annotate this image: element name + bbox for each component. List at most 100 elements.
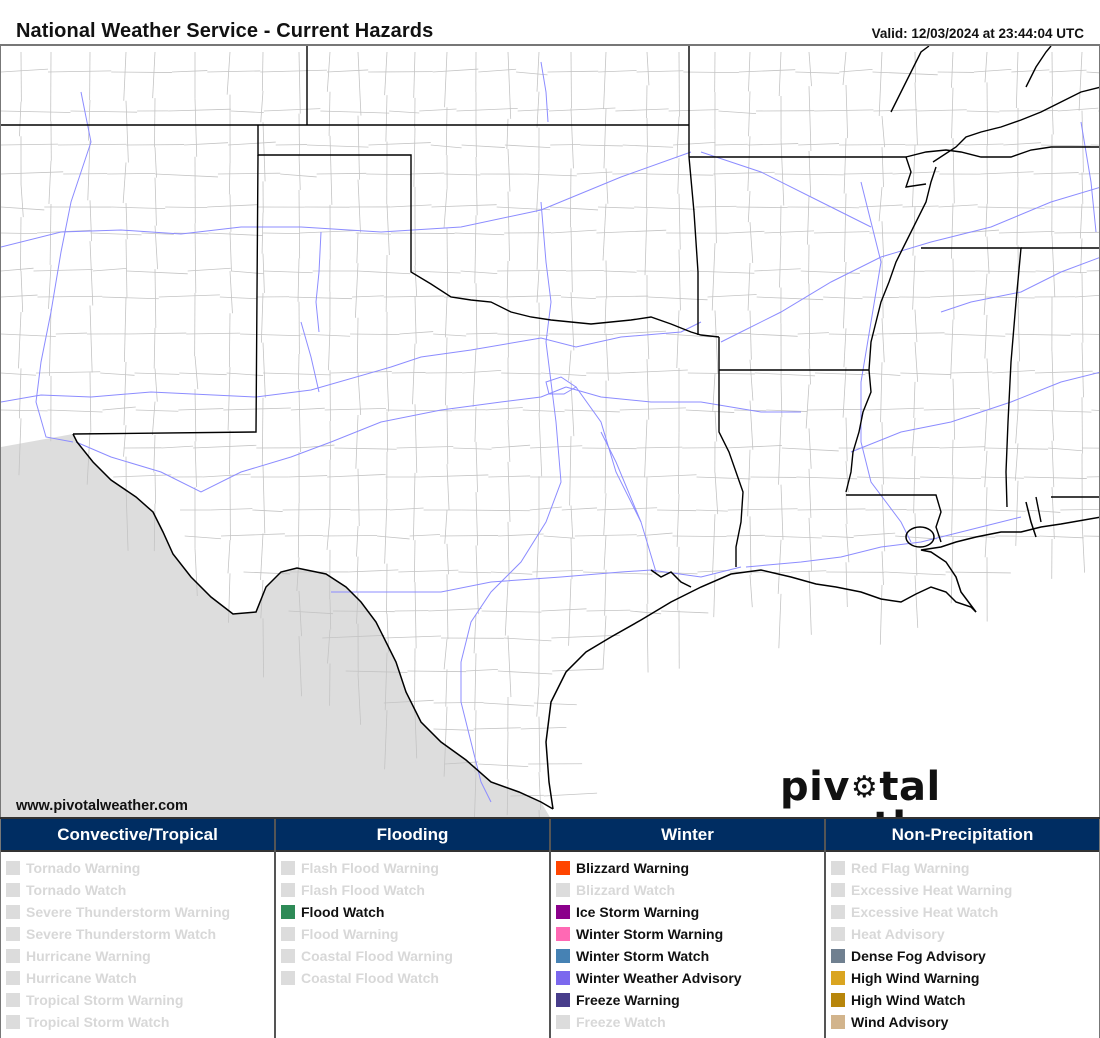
county-line [390, 507, 424, 511]
legend-item[interactable]: Excessive Heat Warning [831, 879, 1099, 901]
legend-item[interactable]: Flood Watch [281, 901, 549, 923]
legend-item[interactable]: Heat Advisory [831, 923, 1099, 945]
county-line [498, 533, 544, 537]
county-line [466, 669, 498, 672]
legend-item[interactable]: Winter Storm Warning [556, 923, 824, 945]
county-line [828, 333, 877, 336]
county-line [491, 444, 531, 449]
county-line [673, 141, 716, 146]
county-line [165, 206, 208, 208]
county-line [596, 229, 667, 234]
county-line [1, 409, 48, 412]
county-line [749, 310, 752, 360]
county-line [881, 221, 885, 259]
county-line [230, 270, 264, 275]
county-line [229, 271, 233, 314]
county-line [602, 615, 607, 670]
county-line [634, 206, 696, 210]
county-line [383, 295, 445, 298]
county-line [766, 409, 808, 412]
county-line [808, 517, 813, 571]
legend-item[interactable]: Coastal Flood Warning [281, 945, 549, 967]
county-line [113, 474, 172, 478]
county-line [984, 447, 1049, 450]
county-line [228, 162, 231, 195]
county-line [187, 267, 231, 272]
county-line [923, 408, 980, 411]
legend-item[interactable]: High Wind Warning [831, 967, 1099, 989]
legend-label: Blizzard Watch [576, 882, 676, 898]
county-line [765, 535, 822, 539]
legend-item[interactable]: Severe Thunderstorm Watch [6, 923, 274, 945]
county-line [1060, 508, 1099, 511]
county-line [676, 310, 680, 368]
legend-item[interactable]: Flash Flood Warning [281, 857, 549, 879]
legend-item[interactable]: Hurricane Watch [6, 967, 274, 989]
county-line [384, 635, 442, 639]
county-line [475, 283, 478, 349]
county-line [644, 208, 648, 276]
county-line [912, 207, 916, 256]
legend-label: High Wind Warning [851, 970, 980, 986]
county-line [747, 449, 751, 517]
county-line [89, 241, 94, 306]
county-line [636, 446, 683, 449]
county-line [485, 407, 523, 411]
legend-item[interactable]: Coastal Flood Watch [281, 967, 549, 989]
legend-item[interactable]: High Wind Watch [831, 989, 1099, 1011]
county-line [409, 534, 441, 537]
county-line [984, 409, 988, 451]
legend-item[interactable]: Dense Fog Advisory [831, 945, 1099, 967]
legend-item[interactable]: Wind Advisory [831, 1011, 1099, 1033]
county-line [1, 333, 56, 337]
county-line [808, 283, 811, 349]
county-line [125, 332, 187, 335]
county-line [420, 474, 489, 478]
county-line [880, 447, 940, 449]
legend-swatch [556, 971, 570, 985]
county-line [952, 258, 955, 320]
county-line [19, 368, 22, 419]
legend-item[interactable]: Ice Storm Warning [556, 901, 824, 923]
legend-item[interactable]: Blizzard Watch [556, 879, 824, 901]
legend-item[interactable]: Hurricane Warning [6, 945, 274, 967]
site-url[interactable]: www.pivotalweather.com [16, 798, 188, 814]
legend-label: Coastal Flood Warning [301, 948, 453, 964]
county-line [1, 143, 58, 146]
county-line [977, 206, 1045, 209]
legend-item[interactable]: Winter Weather Advisory [556, 967, 824, 989]
county-line [536, 168, 540, 213]
legend-item[interactable]: Freeze Warning [556, 989, 824, 1011]
legend-item[interactable]: Excessive Heat Watch [831, 901, 1099, 923]
county-line [445, 337, 448, 406]
legend-item[interactable]: Red Flag Warning [831, 857, 1099, 879]
county-line [1090, 144, 1099, 146]
legend-label: Ice Storm Warning [576, 904, 700, 920]
legend-item[interactable]: Freeze Watch [556, 1011, 824, 1033]
county-line [845, 84, 849, 139]
legend-item[interactable]: Blizzard Warning [556, 857, 824, 879]
legend-item[interactable]: Tornado Watch [6, 879, 274, 901]
county-line [881, 147, 884, 188]
county-line [227, 367, 231, 431]
county-line [778, 417, 782, 485]
county-line [920, 476, 981, 480]
county-line [407, 670, 467, 673]
county-line [844, 193, 847, 263]
county-line [568, 578, 572, 646]
county-line [696, 476, 751, 480]
legend-item[interactable]: Flash Flood Watch [281, 879, 549, 901]
legend-item[interactable]: Flood Warning [281, 923, 549, 945]
legend-list: Tornado Warning Tornado Watch Severe Thund… [1, 852, 274, 1033]
legend-label: Freeze Watch [576, 1014, 666, 1030]
county-line [282, 508, 351, 511]
county-line [20, 217, 22, 271]
legend-item[interactable]: Winter Storm Watch [556, 945, 824, 967]
hazard-map[interactable] [0, 44, 1100, 817]
legend-item[interactable]: Tornado Warning [6, 857, 274, 879]
county-line [843, 172, 893, 175]
legend-item[interactable]: Tropical Storm Watch [6, 1011, 274, 1033]
county-line [689, 270, 755, 274]
legend-item[interactable]: Tropical Storm Warning [6, 989, 274, 1011]
legend-item[interactable]: Severe Thunderstorm Warning [6, 901, 274, 923]
